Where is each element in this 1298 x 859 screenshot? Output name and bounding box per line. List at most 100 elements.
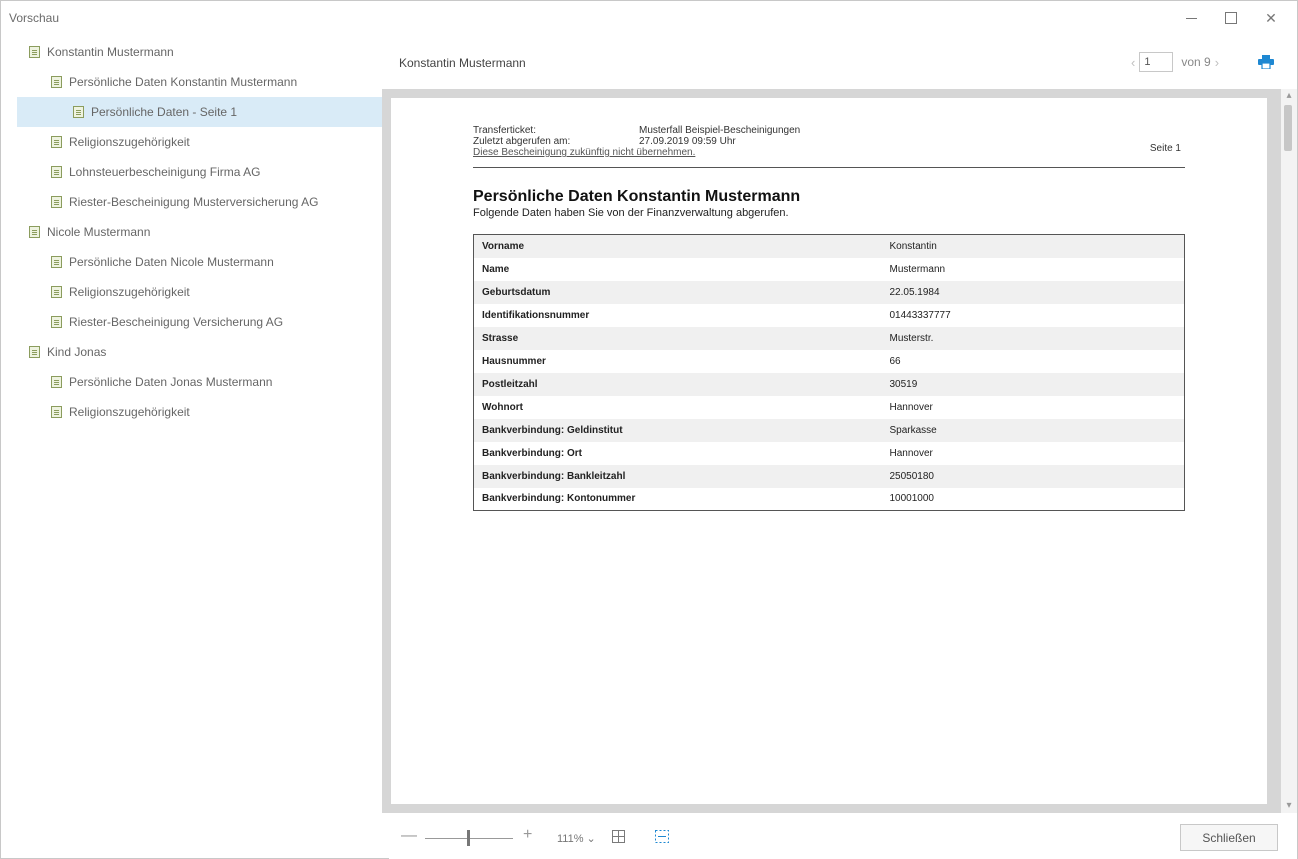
table-row: Bankverbindung: Bankleitzahl 25050180 <box>473 464 1185 488</box>
tree-item-document[interactable]: Religionszugehörigkeit <box>51 277 190 307</box>
field-label: Bankverbindung: Kontonummer <box>482 493 636 505</box>
document-icon <box>51 196 62 208</box>
document-icon <box>51 286 62 298</box>
field-label: Wohnort <box>482 401 523 413</box>
previous-page-button[interactable]: ‹ <box>1127 55 1139 70</box>
table-row: Bankverbindung: Kontonummer 10001000 <box>474 488 1185 511</box>
tree-item-person[interactable]: Konstantin Mustermann <box>29 37 174 67</box>
tree-item-person[interactable]: Nicole Mustermann <box>29 217 150 247</box>
scroll-down-icon[interactable]: ▾ <box>1284 801 1294 811</box>
field-label: Name <box>482 263 510 275</box>
document-icon <box>51 256 62 268</box>
document-tree: Konstantin Mustermann Persönliche Daten … <box>17 35 389 857</box>
grid-view-icon[interactable] <box>612 830 625 843</box>
window-title: Vorschau <box>9 11 60 25</box>
field-value: Musterstr. <box>889 332 934 344</box>
transfer-value: Musterfall Beispiel-Bescheinigungen <box>639 125 801 136</box>
zoom-slider-thumb[interactable] <box>467 830 470 846</box>
minimize-button[interactable] <box>1171 1 1211 35</box>
field-label: Hausnummer <box>482 355 546 367</box>
zoom-in-button[interactable]: + <box>523 826 532 844</box>
document-icon <box>51 406 62 418</box>
page-navigator: ‹ von 9 › <box>1127 51 1223 73</box>
tree-item-document[interactable]: Lohnsteuerbescheinigung Firma AG <box>51 157 260 187</box>
tree-item-document[interactable]: Riester-Bescheinigung Versicherung AG <box>51 307 283 337</box>
field-label: Postleitzahl <box>482 378 538 390</box>
tree-item-document[interactable]: Persönliche Daten Konstantin Mustermann <box>51 67 297 97</box>
personal-data-table: Vorname Konstantin Name Mustermann Geburtsda… <box>473 234 1185 511</box>
table-row: Identifikationsnummer 01443337777 <box>474 304 1185 327</box>
field-value: Hannover <box>889 401 933 413</box>
page-header: Transferticket: Musterfall Beispiel-Besc… <box>473 125 1185 168</box>
title-bar: Vorschau ✕ <box>1 1 1297 35</box>
field-value: Hannover <box>889 447 933 459</box>
page-number-input[interactable] <box>1139 52 1174 72</box>
table-row: Bankverbindung: Ort Hannover <box>474 442 1185 465</box>
close-window-button[interactable]: ✕ <box>1251 1 1291 35</box>
document-icon <box>51 316 62 328</box>
tree-item-label: Religionszugehörigkeit <box>69 285 190 299</box>
field-value: 01443337777 <box>889 309 951 321</box>
document-icon <box>29 226 40 238</box>
zoom-out-button[interactable]: — <box>401 827 417 845</box>
document-icon <box>51 376 62 388</box>
document-icon <box>51 76 62 88</box>
document-page: Transferticket: Musterfall Beispiel-Besc… <box>391 98 1267 804</box>
field-label: Geburtsdatum <box>482 286 551 298</box>
scroll-up-icon[interactable]: ▴ <box>1284 91 1294 101</box>
field-label: Bankverbindung: Geldinstitut <box>482 424 623 436</box>
preview-window: Vorschau ✕ Konstantin Mustermann Persönl… <box>0 0 1298 859</box>
tree-item-person[interactable]: Kind Jonas <box>29 337 106 367</box>
table-row: Name Mustermann <box>474 258 1185 281</box>
document-viewer[interactable]: Transferticket: Musterfall Beispiel-Besc… <box>382 89 1281 813</box>
field-label: Vorname <box>482 240 525 252</box>
field-label: Identifikationsnummer <box>482 309 590 321</box>
field-value: 25050180 <box>889 470 935 482</box>
tree-item-document[interactable]: Religionszugehörigkeit <box>51 397 190 427</box>
field-value: Sparkasse <box>889 424 937 436</box>
retrieved-label: Zuletzt abgerufen am: <box>473 136 571 147</box>
field-value: 30519 <box>889 378 918 390</box>
field-label: Bankverbindung: Bankleitzahl <box>482 470 626 482</box>
tree-item-label: Religionszugehörigkeit <box>69 135 190 149</box>
tree-item-document[interactable]: Persönliche Daten Nicole Mustermann <box>51 247 274 277</box>
page-label: Seite 1 <box>1149 143 1181 154</box>
table-row: Postleitzahl 30519 <box>473 372 1185 396</box>
fit-width-icon[interactable] <box>655 830 669 843</box>
document-icon <box>73 106 84 118</box>
field-value: Konstantin <box>889 240 937 252</box>
field-label: Strasse <box>482 332 519 344</box>
vertical-scrollbar[interactable]: ▴ ▾ <box>1281 89 1297 813</box>
tree-item-document[interactable]: Riester-Bescheinigung Musterversicherung… <box>51 187 318 217</box>
field-value: Mustermann <box>889 263 946 275</box>
table-row: Strasse Musterstr. <box>473 326 1185 350</box>
maximize-button[interactable] <box>1211 1 1251 35</box>
table-row: Wohnort Hannover <box>474 396 1185 419</box>
tree-item-label: Konstantin Mustermann <box>47 45 174 59</box>
transfer-label: Transferticket: <box>473 125 536 136</box>
document-icon <box>51 136 62 148</box>
tree-item-label: Nicole Mustermann <box>47 225 151 239</box>
table-row: Hausnummer 66 <box>474 350 1185 373</box>
retrieved-value: 27.09.2019 09:59 Uhr <box>639 136 736 147</box>
table-row: Bankverbindung: Geldinstitut Sparkasse <box>473 418 1185 442</box>
next-page-button[interactable]: › <box>1211 55 1223 70</box>
bottom-toolbar: — + 111% ⌄ Schließen <box>389 813 1297 859</box>
tree-item-label: Religionszugehörigkeit <box>69 405 190 419</box>
field-value: 10001000 <box>889 493 935 505</box>
tree-item-page-selected[interactable]: Persönliche Daten - Seite 1 <box>17 97 389 127</box>
print-icon[interactable] <box>1258 55 1274 69</box>
scroll-thumb[interactable] <box>1284 105 1292 151</box>
tree-item-label: Kind Jonas <box>47 345 107 359</box>
tree-item-document[interactable]: Persönliche Daten Jonas Mustermann <box>51 367 272 397</box>
tree-item-label: Lohnsteuerbescheinigung Firma AG <box>69 165 261 179</box>
ignore-document-link[interactable]: Diese Bescheinigung zukünftig nicht über… <box>473 147 695 158</box>
document-icon <box>29 346 40 358</box>
zoom-level-dropdown[interactable]: 111% ⌄ <box>557 832 596 845</box>
tree-item-label: Persönliche Daten Jonas Mustermann <box>69 375 273 389</box>
document-icon <box>51 166 62 178</box>
table-row: Vorname Konstantin <box>473 234 1185 258</box>
tree-item-document[interactable]: Religionszugehörigkeit <box>51 127 190 157</box>
close-button[interactable]: Schließen <box>1180 824 1278 851</box>
tree-item-label: Persönliche Daten Nicole Mustermann <box>69 255 274 269</box>
